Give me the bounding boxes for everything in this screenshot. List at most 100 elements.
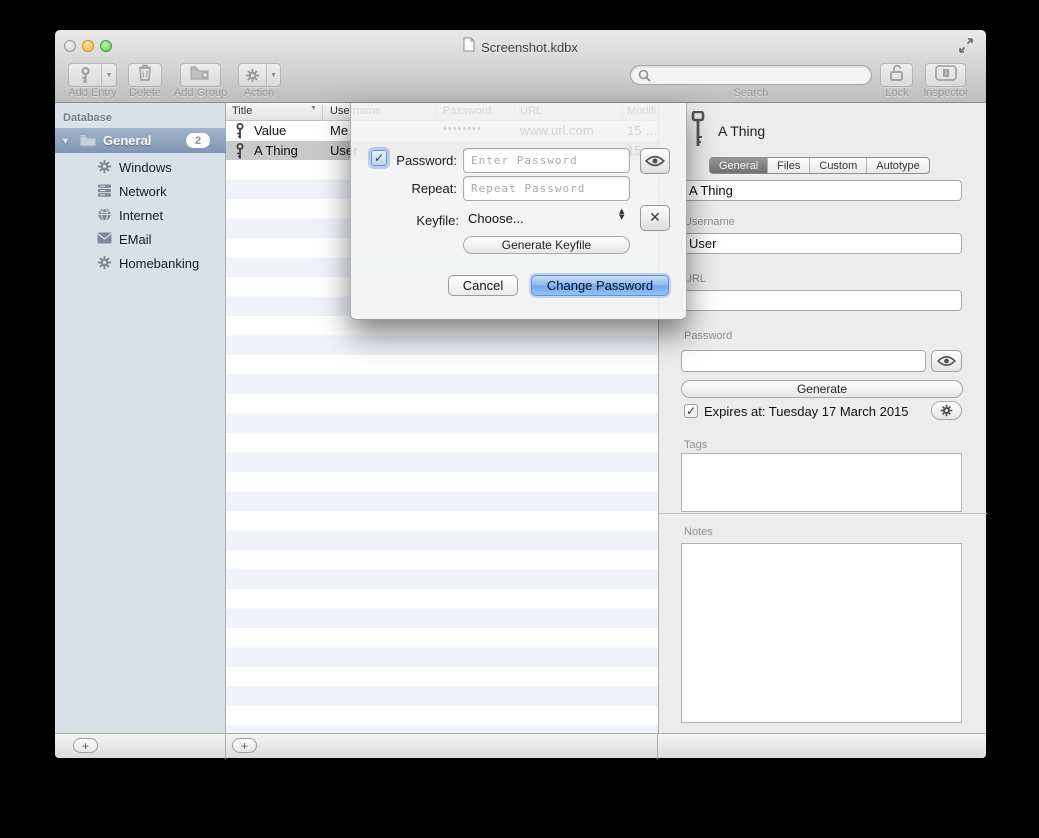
sidebar-item-label: EMail xyxy=(119,232,152,247)
notes-input[interactable] xyxy=(681,543,962,723)
add-group-label: Add Group xyxy=(167,87,234,99)
pane-divider xyxy=(657,734,658,759)
sort-descending-icon[interactable]: ▼ xyxy=(310,105,317,112)
window-chrome: Screenshot.kdbx ▼ Add Entry Delete xyxy=(55,30,986,103)
checkmark-icon: ✓ xyxy=(686,404,696,418)
inspector-button[interactable]: i xyxy=(925,63,966,87)
search-label: Search xyxy=(721,87,781,99)
tab-general[interactable]: General xyxy=(710,158,768,173)
tags-input[interactable] xyxy=(681,453,962,512)
expires-checkbox[interactable]: ✓ xyxy=(684,404,698,418)
search-icon xyxy=(638,69,651,82)
delete-label: Delete xyxy=(123,87,167,99)
inspector-entry-title: A Thing xyxy=(718,123,765,139)
inspector-tabs: General Files Custom Autotype xyxy=(709,157,930,174)
cell-title: Value xyxy=(254,123,286,138)
sidebar-item-email[interactable]: EMail xyxy=(55,227,226,251)
tab-files[interactable]: Files xyxy=(768,158,810,173)
key-icon xyxy=(69,64,101,86)
svg-text:i: i xyxy=(945,70,947,77)
expires-settings-button[interactable] xyxy=(931,401,962,420)
show-password-button[interactable] xyxy=(640,148,670,174)
chevron-down-icon[interactable]: ▼ xyxy=(266,64,280,86)
sidebar-item-homebanking[interactable]: Homebanking xyxy=(55,251,226,275)
tab-custom[interactable]: Custom xyxy=(810,158,867,173)
trash-icon xyxy=(138,64,152,86)
fullscreen-icon[interactable] xyxy=(958,38,974,53)
pane-divider xyxy=(225,734,226,759)
tags-label: Tags xyxy=(684,439,707,451)
inspector-panel: A Thing General Files Custom Autotype Us… xyxy=(658,103,986,733)
desktop-background: Screenshot.kdbx ▼ Add Entry Delete xyxy=(0,0,1039,838)
sheet-password-input[interactable] xyxy=(463,148,630,173)
expires-label: Expires at: Tuesday 17 March 2015 xyxy=(704,404,909,419)
sheet-repeat-label: Repeat: xyxy=(369,181,457,196)
search-field[interactable] xyxy=(630,65,872,85)
title-field[interactable] xyxy=(681,180,962,201)
window-title: Screenshot.kdbx xyxy=(481,40,578,55)
section-divider xyxy=(659,513,987,514)
cell-username: Me xyxy=(330,123,348,138)
globe-icon xyxy=(97,207,113,223)
folder-icon xyxy=(79,133,97,152)
url-field[interactable] xyxy=(681,290,962,311)
username-label: Username xyxy=(684,216,735,228)
tab-autotype[interactable]: Autotype xyxy=(867,158,928,173)
gear-icon xyxy=(940,404,953,417)
generate-password-button[interactable]: Generate xyxy=(681,380,963,398)
username-field[interactable] xyxy=(681,233,962,254)
info-icon: i xyxy=(935,65,957,86)
change-password-button[interactable]: Change Password xyxy=(531,275,669,296)
sheet-password-label: Password: xyxy=(369,153,457,168)
search-input[interactable] xyxy=(655,67,860,83)
chevron-down-icon[interactable]: ▼ xyxy=(101,64,116,86)
sidebar-item-label: Homebanking xyxy=(119,256,199,271)
password-label: Password xyxy=(684,330,732,342)
column-divider[interactable] xyxy=(322,105,323,121)
entry-count-badge: 2 xyxy=(186,133,210,148)
sidebar-item-label: Network xyxy=(119,184,167,199)
server-icon xyxy=(97,183,113,199)
titlebar: Screenshot.kdbx xyxy=(55,38,986,56)
password-field[interactable] xyxy=(681,350,926,372)
stepper-icon[interactable]: ▲▼ xyxy=(619,208,624,220)
sidebar-item-windows[interactable]: Windows xyxy=(55,155,226,179)
disclosure-triangle-icon[interactable]: ▼ xyxy=(61,136,70,146)
key-icon xyxy=(235,123,245,142)
add-group-button[interactable] xyxy=(180,63,221,87)
sheet-repeat-input[interactable] xyxy=(463,176,630,201)
sheet-keyfile-label: Keyfile: xyxy=(371,213,459,228)
app-window: Screenshot.kdbx ▼ Add Entry Delete xyxy=(55,30,986,758)
sidebar-group-general[interactable]: ▼ General 2 xyxy=(55,128,226,153)
cancel-button[interactable]: Cancel xyxy=(448,275,518,296)
gear-icon xyxy=(97,159,113,175)
lock-button[interactable] xyxy=(880,63,913,87)
sidebar-item-label: Internet xyxy=(119,208,163,223)
add-entry-plus-button[interactable]: + xyxy=(232,738,257,753)
add-group-plus-button[interactable]: + xyxy=(73,738,98,753)
unlock-icon xyxy=(888,64,905,86)
key-icon xyxy=(235,143,245,162)
keyfile-popup[interactable]: Choose... xyxy=(468,211,524,226)
lock-label: Lock xyxy=(873,87,921,99)
gear-icon xyxy=(97,255,113,271)
show-password-button[interactable] xyxy=(931,350,962,372)
column-header-title[interactable]: Title xyxy=(232,105,252,117)
add-entry-button[interactable]: ▼ xyxy=(68,63,117,87)
generate-keyfile-button[interactable]: Generate Keyfile xyxy=(463,236,630,254)
bottom-bar: + + xyxy=(55,733,986,758)
eye-icon xyxy=(937,355,956,367)
cell-title: A Thing xyxy=(254,143,298,158)
sidebar-item-label: Windows xyxy=(119,160,172,175)
delete-button[interactable] xyxy=(128,63,162,87)
document-icon xyxy=(463,37,475,57)
sidebar-item-network[interactable]: Network xyxy=(55,179,226,203)
sidebar: Database ▼ General 2 Windows Network xyxy=(55,103,226,733)
sidebar-item-internet[interactable]: Internet xyxy=(55,203,226,227)
action-button[interactable]: ▼ xyxy=(238,63,281,87)
eye-icon xyxy=(645,155,665,167)
folder-plus-icon xyxy=(190,65,211,86)
clear-keyfile-button[interactable]: ✕ xyxy=(640,205,670,231)
change-password-sheet: ✓ Password: Repeat: Keyfile: Choose... ▲… xyxy=(350,103,687,320)
sidebar-section-header: Database xyxy=(63,112,112,124)
